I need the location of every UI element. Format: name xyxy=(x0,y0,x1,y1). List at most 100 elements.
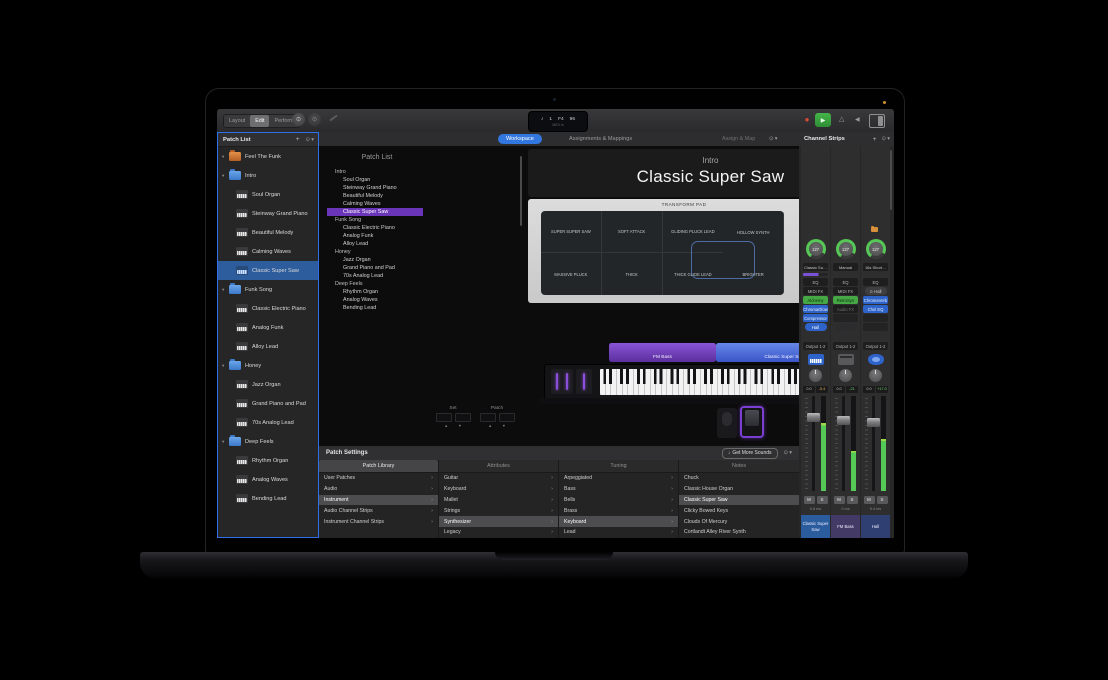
fader-thumb[interactable] xyxy=(807,413,820,422)
mini-patch-list-item[interactable]: Analog Funk xyxy=(327,232,423,240)
pan-value[interactable]: 0.0 xyxy=(833,386,845,393)
sidebar-item[interactable]: ▾ Classic Super Saw xyxy=(218,261,318,280)
plugin-slot[interactable] xyxy=(835,323,857,331)
mode-edit[interactable]: Edit xyxy=(250,115,269,127)
mini-patch-list-item[interactable]: Deep Feels xyxy=(327,280,423,288)
pan-value[interactable]: 0.0 xyxy=(863,386,875,393)
plugin-slot[interactable]: ChromaVerb xyxy=(863,296,888,304)
volume-knob[interactable]: 127 xyxy=(836,239,856,259)
library-row[interactable]: Strings › xyxy=(439,505,558,516)
transform-pad-selection[interactable] xyxy=(691,241,755,279)
library-row[interactable]: Lead › xyxy=(559,527,678,538)
library-row[interactable]: Legacy › xyxy=(439,527,558,538)
sidebar-item[interactable]: ▾ Feel The Funk xyxy=(218,147,318,166)
plugin-slot[interactable]: EQ xyxy=(863,278,888,286)
sidebar-item[interactable]: ▾ Alloy Lead xyxy=(218,337,318,356)
library-row[interactable]: User Patches › xyxy=(319,473,438,484)
pan-knob[interactable] xyxy=(869,369,882,382)
pan-knob[interactable] xyxy=(839,369,852,382)
sidebar-item[interactable]: ▾ Rhythm Organ xyxy=(218,451,318,470)
mini-list-scrollbar[interactable] xyxy=(520,156,522,226)
sidebar-item[interactable]: ▾ Soul Organ xyxy=(218,185,318,204)
sidebar-item[interactable]: ▾ Funk Song xyxy=(218,280,318,299)
mode-layout[interactable]: Layout xyxy=(224,115,250,127)
mini-patch-list-item[interactable]: Steinway Grand Piano xyxy=(327,184,423,192)
mini-patch-list-item[interactable]: Funk Song xyxy=(327,216,423,224)
fader-track[interactable] xyxy=(812,396,815,491)
library-row[interactable]: Instrument Channel Strips › xyxy=(319,516,438,527)
channel-strips-panel-icon[interactable] xyxy=(869,114,885,128)
plugin-slot[interactable]: Audio FX xyxy=(833,305,858,313)
library-row[interactable]: Clouds Of Mercury xyxy=(679,516,799,527)
mini-patch-list-item[interactable]: Analog Waves xyxy=(327,296,423,304)
plugin-slot[interactable]: Alchemy xyxy=(803,296,828,304)
attributes-column-header[interactable]: Attributes xyxy=(439,460,558,473)
record-icon[interactable]: ● xyxy=(803,116,811,124)
master-mute-icon[interactable]: ◀ xyxy=(855,116,860,123)
strip-name[interactable]: 16s Short… xyxy=(863,263,888,271)
channel-strips-gear-icon[interactable]: ⊙▾ xyxy=(882,136,895,142)
patch-down-icon[interactable]: ▼ xyxy=(502,424,506,428)
set-up-icon[interactable]: ▲ xyxy=(444,424,448,428)
plugin-slot[interactable] xyxy=(863,314,888,322)
mini-patch-list-item[interactable]: Grand Piano and Pad xyxy=(327,264,423,272)
sidebar-item[interactable]: ▾ Bending Lead xyxy=(218,489,318,508)
library-row[interactable]: Instrument › xyxy=(319,495,438,506)
tuning-column-header[interactable]: Tuning xyxy=(559,460,678,473)
tab-workspace[interactable]: Workspace xyxy=(498,134,542,144)
plugin-slot[interactable]: MIDI FX xyxy=(833,287,858,295)
volume-value[interactable]: -5.4 xyxy=(816,386,828,393)
patch-library-column-header[interactable]: Patch Library xyxy=(319,460,438,473)
mute-button[interactable]: M xyxy=(864,496,875,504)
panic-icon[interactable]: ⊙ xyxy=(308,113,321,126)
transform-pad-cell[interactable]: SOFT ATTACK xyxy=(602,211,663,253)
get-more-sounds-button[interactable]: ↓ Get More Sounds xyxy=(722,448,778,459)
plugin-slot[interactable]: RetroSyn xyxy=(833,296,858,304)
solo-button[interactable]: S xyxy=(877,496,888,504)
patch-up-icon[interactable]: ▲ xyxy=(488,424,492,428)
sidebar-item[interactable]: ▾ Classic Electric Piano xyxy=(218,299,318,318)
patch-display-left[interactable] xyxy=(480,413,496,422)
transform-pad-cell[interactable]: THICK xyxy=(602,253,663,295)
assign-and-map-button[interactable]: Assign & Map xyxy=(722,134,755,144)
plugin-slot[interactable]: ⊙ Hall xyxy=(865,287,887,295)
channel-strips-scrollbar[interactable] xyxy=(890,150,892,210)
fader[interactable] xyxy=(831,396,860,491)
sidebar-item[interactable]: ▾ Deep Feels xyxy=(218,432,318,451)
mini-patch-list-item[interactable]: Beautiful Melody xyxy=(327,192,423,200)
mute-button[interactable]: M xyxy=(804,496,815,504)
tuner-icon[interactable]: ⊙ xyxy=(292,113,305,126)
pan-value[interactable]: 0.0 xyxy=(803,386,815,393)
patch-list-gear-icon[interactable]: ⊙▾ xyxy=(306,137,319,143)
library-row[interactable]: Synthesizer › xyxy=(439,516,558,527)
solo-button[interactable]: S xyxy=(847,496,858,504)
output-slot[interactable]: Output 1-2 xyxy=(863,342,888,350)
strip-footer-label[interactable]: Classic Super Saw xyxy=(801,515,830,538)
sidebar-item[interactable]: ▾ Beautiful Melody xyxy=(218,223,318,242)
strip-footer-label[interactable]: FM Bass xyxy=(831,515,860,538)
library-row[interactable]: Mallet › xyxy=(439,495,558,506)
sidebar-item[interactable]: ▾ Calming Waves xyxy=(218,242,318,261)
mute-button[interactable]: M xyxy=(834,496,845,504)
pan-knob[interactable] xyxy=(809,369,822,382)
layer-fm-bass[interactable]: FM Bass xyxy=(609,343,716,362)
tab-assignments-mappings[interactable]: Assignments & Mappings xyxy=(569,134,632,144)
plugin-slot[interactable]: Compressor xyxy=(803,314,828,322)
library-row[interactable]: Chuck xyxy=(679,473,799,484)
notes-column-header[interactable]: Notes xyxy=(679,460,799,473)
transform-pad-cell[interactable]: SUPER SUPER SAW xyxy=(541,211,602,253)
disclosure-triangle-icon[interactable]: ▾ xyxy=(222,363,229,369)
library-row[interactable]: Keyboard › xyxy=(439,484,558,495)
volume-knob[interactable]: 127 xyxy=(866,239,886,259)
mini-patch-list-item[interactable]: Honey xyxy=(327,248,423,256)
wrench-icon[interactable] xyxy=(329,115,338,122)
fader[interactable] xyxy=(801,396,830,491)
set-display-right[interactable] xyxy=(455,413,471,422)
sidebar-item[interactable]: ▾ 70s Analog Lead xyxy=(218,413,318,432)
metronome-icon[interactable]: △ xyxy=(839,115,844,123)
sidebar-item[interactable]: ▾ Jazz Organ xyxy=(218,375,318,394)
set-down-icon[interactable]: ▼ xyxy=(458,424,462,428)
patch-display-right[interactable] xyxy=(499,413,515,422)
pitch-mod-wheels[interactable] xyxy=(551,369,573,394)
expression-pedal[interactable] xyxy=(717,408,737,438)
